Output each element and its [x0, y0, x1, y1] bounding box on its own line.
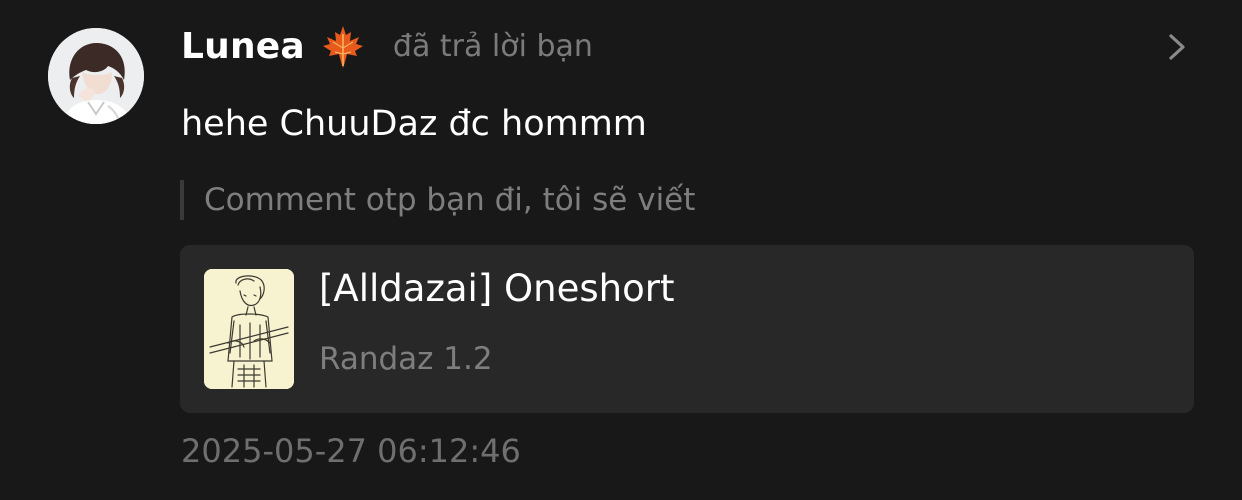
story-cover-image [204, 269, 294, 389]
quoted-comment: Comment otp bạn đi, tôi sẽ viết [180, 180, 695, 220]
maple-leaf-icon [319, 22, 367, 70]
notification-item[interactable]: Lunea đã trả lời bạn hehe ChuuDaz đc hom… [0, 0, 1242, 500]
username[interactable]: Lunea [181, 26, 305, 67]
chevron-right-icon[interactable] [1163, 30, 1191, 64]
story-chapter: Randaz 1.2 [319, 341, 493, 377]
avatar[interactable] [48, 28, 144, 124]
reply-message: hehe ChuuDaz đc hommm [181, 104, 647, 144]
timestamp: 2025-05-27 06:12:46 [181, 432, 521, 470]
action-text: đã trả lời bạn [392, 28, 593, 64]
notification-header: Lunea đã trả lời bạn [181, 18, 593, 74]
story-card[interactable]: [Alldazai] Oneshort Randaz 1.2 [180, 245, 1194, 413]
story-title: [Alldazai] Oneshort [319, 267, 675, 310]
